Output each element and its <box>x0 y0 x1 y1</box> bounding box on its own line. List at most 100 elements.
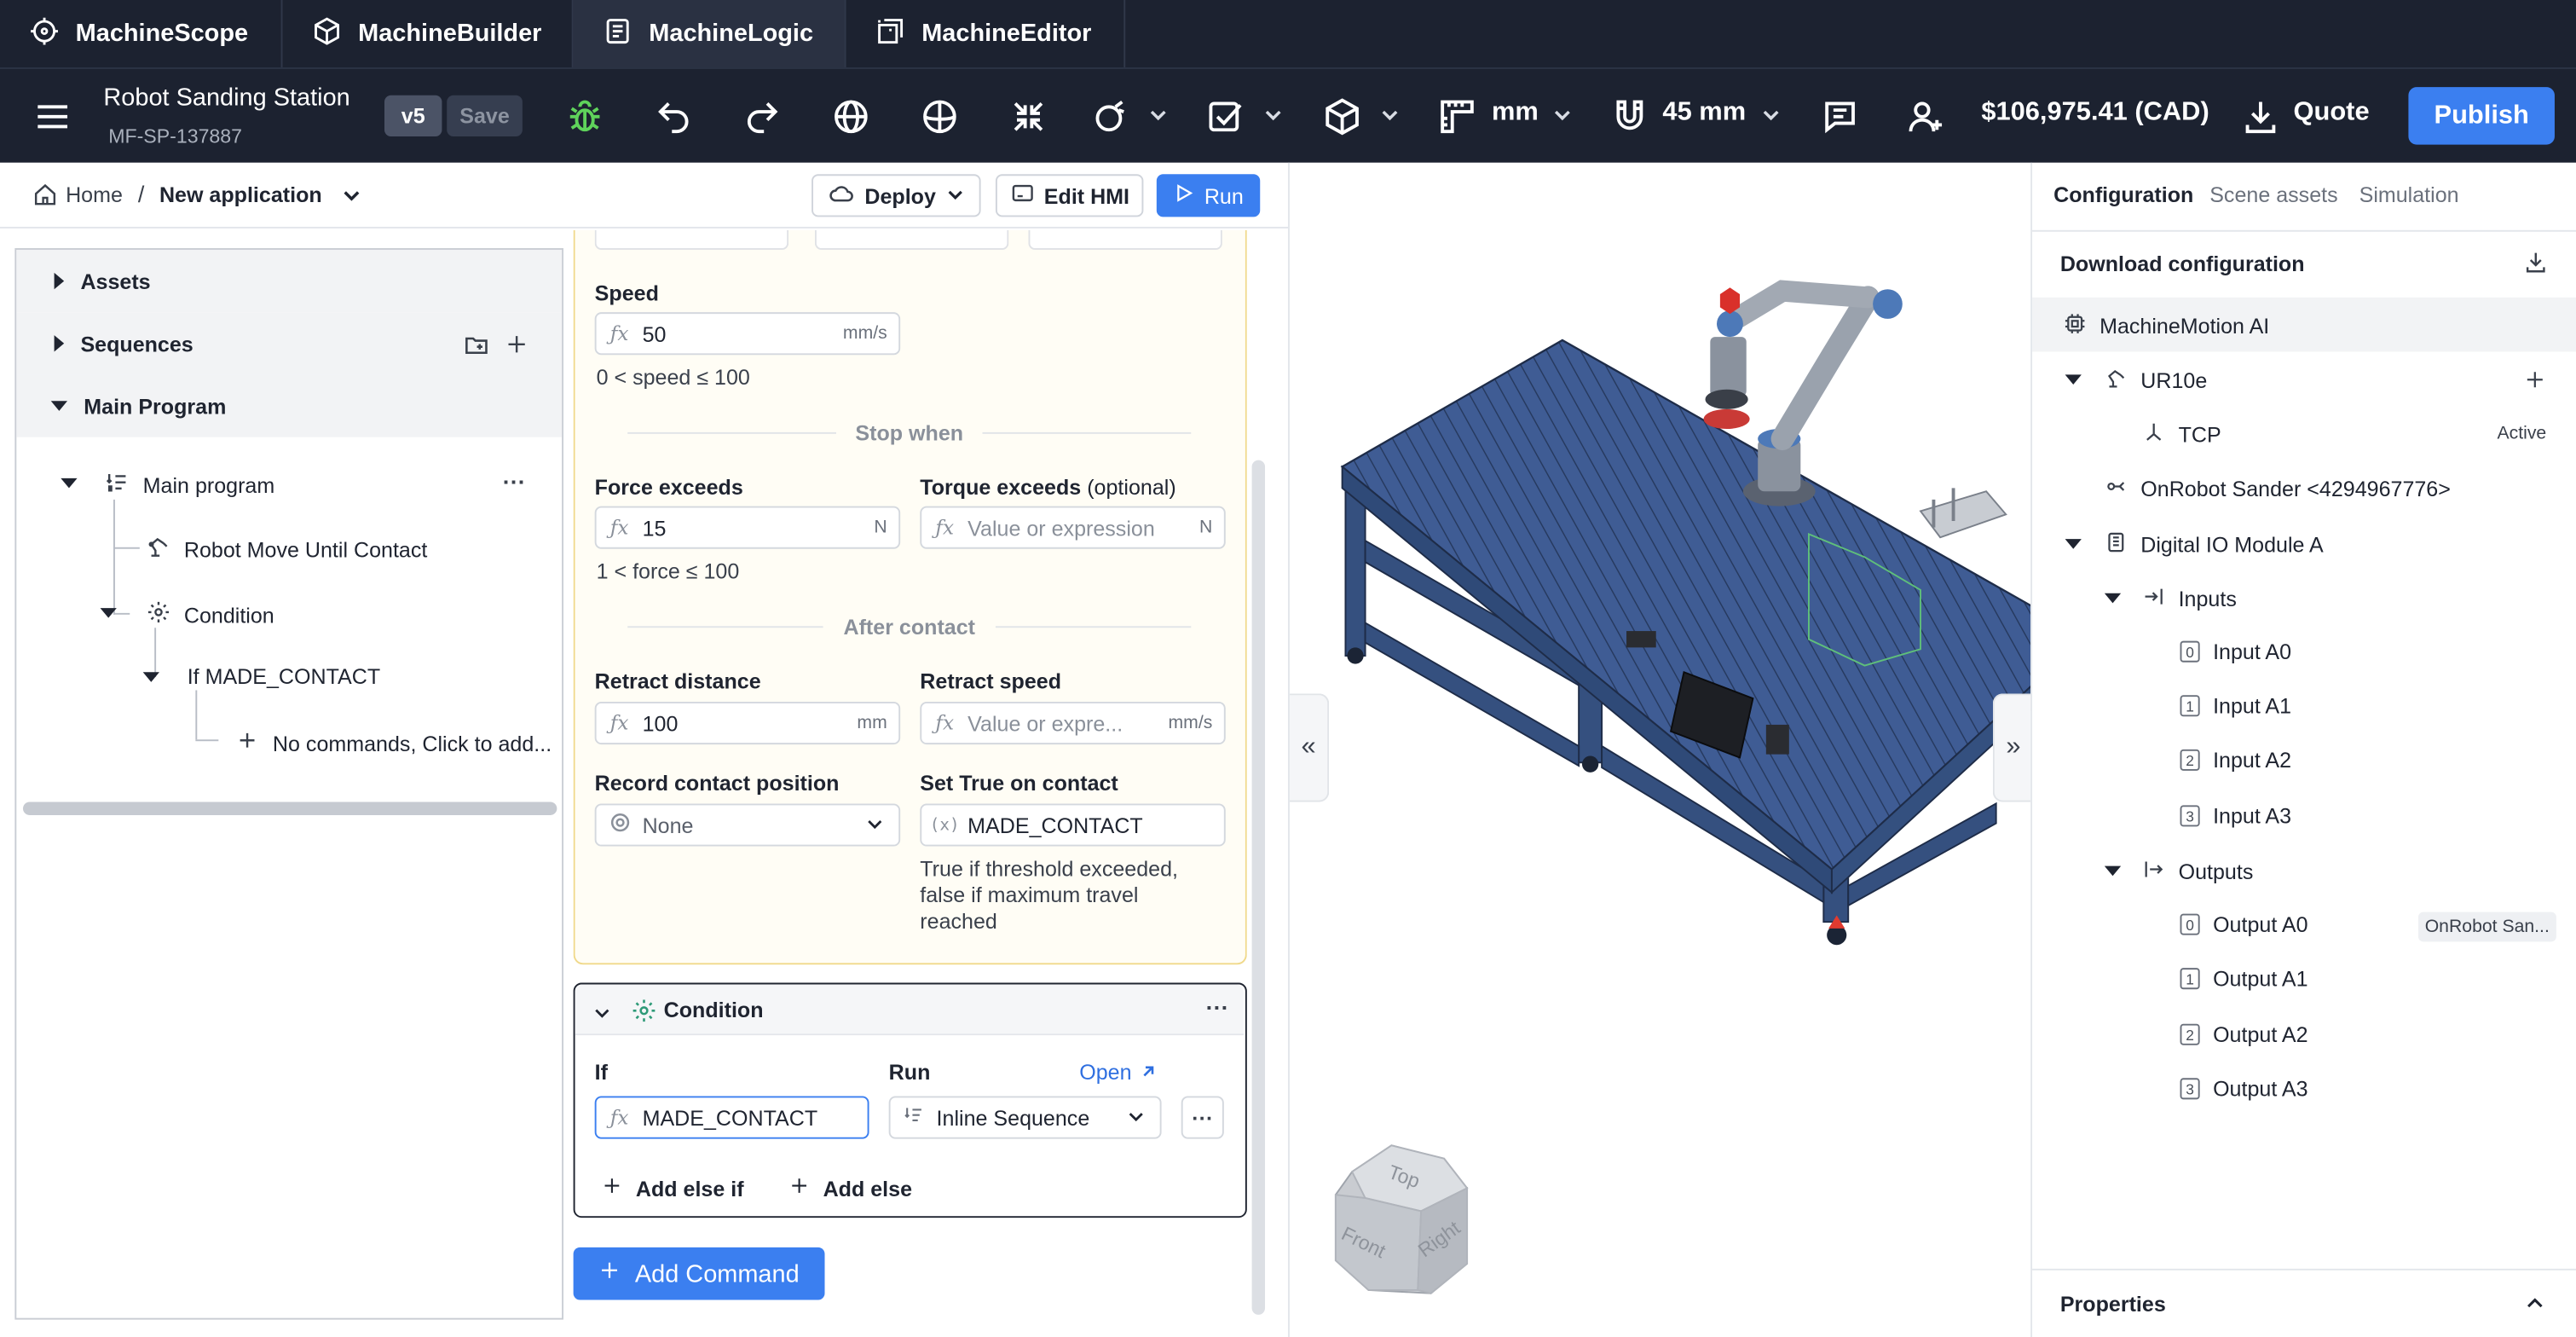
collapse-arrow-icon[interactable] <box>61 478 78 489</box>
expand-right-panel-button[interactable]: » <box>1992 693 2031 802</box>
tree-item-robot-move[interactable]: Robot Move Until Contact <box>147 534 427 564</box>
plus-icon[interactable] <box>505 332 529 362</box>
chevron-down-icon[interactable] <box>1263 105 1283 124</box>
run-button[interactable]: Run <box>1156 174 1261 217</box>
collapse-arrow-icon[interactable] <box>2065 374 2082 385</box>
tab-scene-assets[interactable]: Scene assets <box>2209 182 2337 207</box>
assets-section[interactable]: Assets <box>16 249 563 313</box>
chevron-down-icon[interactable] <box>1148 105 1168 124</box>
config-item-input-a1[interactable]: 1 Input A1 <box>2180 693 2291 718</box>
config-item-input-a3[interactable]: 3 Input A3 <box>2180 803 2291 828</box>
chevron-down-icon[interactable] <box>1380 105 1400 124</box>
ruler-icon[interactable] <box>1437 97 1476 136</box>
tab-configuration[interactable]: Configuration <box>2053 182 2193 207</box>
version-badge[interactable]: v5 <box>384 95 442 136</box>
config-item-output-a3[interactable]: 3 Output A3 <box>2180 1076 2308 1101</box>
config-item-sander[interactable]: OnRobot Sander <4294967776> <box>2105 475 2451 503</box>
collapse-arrow-icon[interactable] <box>2104 865 2122 877</box>
properties-header[interactable]: Properties <box>2060 1292 2166 1317</box>
publish-button[interactable]: Publish <box>2408 87 2555 145</box>
rotate-icon[interactable] <box>920 97 959 136</box>
undo-icon[interactable] <box>654 97 693 136</box>
collapse-arrows-icon[interactable] <box>1008 97 1048 136</box>
tab-machinelogic[interactable]: MachineLogic <box>573 0 846 68</box>
add-command-button[interactable]: Add Command <box>573 1247 825 1300</box>
project-name[interactable]: Robot Sanding Station <box>103 84 349 112</box>
open-link[interactable]: Open <box>1079 1060 1156 1085</box>
collapse-arrow-icon[interactable] <box>142 672 159 682</box>
edit-hmi-button[interactable]: Edit HMI <box>995 174 1144 217</box>
collapse-arrow-icon[interactable] <box>2065 539 2082 549</box>
tree-item-add-command[interactable]: No commands, Click to add... <box>235 728 552 758</box>
chevron-down-icon[interactable] <box>342 186 361 205</box>
breadcrumb-home[interactable]: Home <box>66 182 123 207</box>
more-options-icon[interactable]: ··· <box>1206 994 1229 1021</box>
collapse-left-panel-button[interactable]: « <box>1289 693 1330 802</box>
plus-icon[interactable] <box>2523 368 2546 396</box>
view-cube[interactable]: Top Front Right <box>1329 1142 1476 1299</box>
lasso-icon[interactable] <box>1091 97 1130 136</box>
config-item-output-a0[interactable]: 0 Output A0 <box>2180 912 2308 937</box>
box-view-icon[interactable] <box>1322 97 1361 136</box>
editor-scrollbar[interactable] <box>1251 460 1266 1315</box>
add-user-icon[interactable] <box>1906 97 1945 136</box>
add-else-if-button[interactable]: Add else if <box>601 1175 744 1201</box>
breadcrumb-current[interactable]: New application <box>159 182 322 207</box>
tab-simulation[interactable]: Simulation <box>2359 182 2459 207</box>
tab-machinescope[interactable]: MachineScope <box>0 0 283 68</box>
speed-input[interactable]: ƒx 50 mm/s <box>594 312 901 356</box>
more-options-icon[interactable]: ··· <box>503 468 526 495</box>
chevron-down-icon[interactable] <box>1761 105 1781 124</box>
download-icon[interactable] <box>2241 97 2280 136</box>
retract-speed-input[interactable]: ƒx Value or expre... mm/s <box>920 701 1226 745</box>
chevron-up-icon[interactable] <box>2525 1294 2544 1318</box>
redo-icon[interactable] <box>742 97 782 136</box>
force-input[interactable]: ƒx 15 N <box>594 506 901 549</box>
tree-item-condition[interactable]: Condition <box>147 599 274 629</box>
3d-viewport[interactable]: « » Top Front Right <box>1288 162 2031 1337</box>
tree-item-main-program[interactable]: Main program <box>105 470 274 500</box>
main-program-section[interactable]: Main Program <box>16 374 563 437</box>
set-true-input[interactable]: (x) MADE_CONTACT <box>920 803 1226 847</box>
transform-icon[interactable] <box>831 97 870 136</box>
tab-machinebuilder[interactable]: MachineBuilder <box>282 0 574 68</box>
torque-input[interactable]: ƒx Value or expression N <box>920 506 1226 549</box>
sequences-section[interactable]: Sequences <box>16 312 563 375</box>
units-selector[interactable]: mm <box>1492 99 1539 129</box>
record-position-select[interactable]: None <box>594 803 901 847</box>
checkbox-select-icon[interactable] <box>1206 97 1245 136</box>
debug-bug-icon[interactable] <box>565 97 604 136</box>
config-item-io-module[interactable]: Digital IO Module A <box>2105 531 2324 559</box>
hamburger-menu-icon[interactable] <box>33 97 72 136</box>
magnet-icon[interactable] <box>1610 97 1649 136</box>
more-options-button[interactable]: ··· <box>1181 1096 1224 1139</box>
retract-distance-input[interactable]: ƒx 100 mm <box>594 701 901 745</box>
download-configuration-label[interactable]: Download configuration <box>2060 252 2305 276</box>
config-item-machinemotion[interactable]: MachineMotion AI <box>2064 312 2269 340</box>
save-button[interactable]: Save <box>447 95 523 136</box>
config-item-input-a2[interactable]: 2 Input A2 <box>2180 748 2291 773</box>
run-sequence-select[interactable]: Inline Sequence <box>888 1096 1162 1139</box>
config-item-inputs[interactable]: Inputs <box>2142 585 2237 613</box>
config-item-output-a2[interactable]: 2 Output A2 <box>2180 1022 2308 1047</box>
horizontal-scrollbar[interactable] <box>22 802 557 815</box>
chevron-down-icon[interactable] <box>593 1003 611 1027</box>
download-icon[interactable] <box>2523 250 2548 280</box>
tab-machineeditor[interactable]: MachineEditor <box>846 0 1126 68</box>
snap-distance-selector[interactable]: 45 mm <box>1662 99 1746 129</box>
collapse-arrow-icon[interactable] <box>100 608 117 618</box>
quote-button[interactable]: Quote <box>2294 99 2370 129</box>
if-expression-input[interactable]: ƒx MADE_CONTACT <box>594 1096 869 1139</box>
config-item-outputs[interactable]: Outputs <box>2142 858 2253 886</box>
home-icon[interactable] <box>33 182 58 207</box>
config-item-input-a0[interactable]: 0 Input A0 <box>2180 640 2291 664</box>
comment-icon[interactable] <box>1820 97 1859 136</box>
add-folder-icon[interactable] <box>463 332 489 363</box>
chevron-down-icon[interactable] <box>1552 105 1572 124</box>
deploy-button[interactable]: Deploy <box>811 174 981 217</box>
add-else-button[interactable]: Add else <box>788 1175 912 1201</box>
config-item-tcp[interactable]: TCP <box>2142 420 2221 449</box>
config-item-ur10e[interactable]: UR10e <box>2105 367 2207 395</box>
config-item-output-a1[interactable]: 1 Output A1 <box>2180 966 2308 991</box>
collapse-arrow-icon[interactable] <box>2104 593 2122 604</box>
